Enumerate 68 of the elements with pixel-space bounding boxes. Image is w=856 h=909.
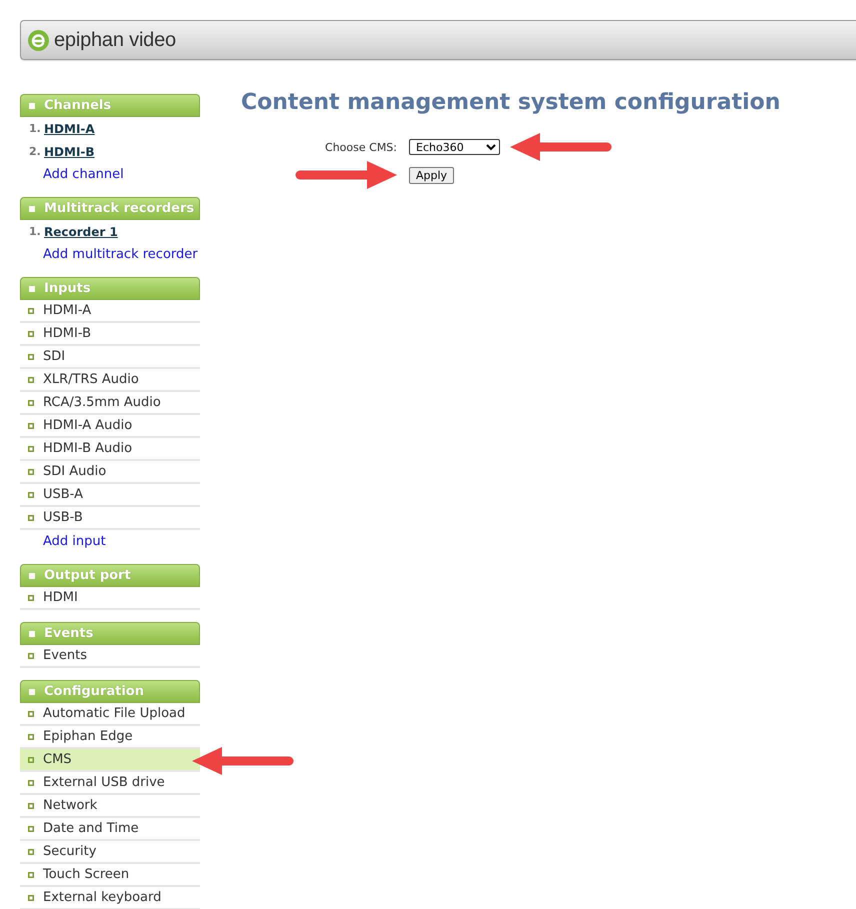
section-title: Inputs [44,281,91,296]
menu-item[interactable]: Network [20,795,200,818]
numbered-link[interactable]: HDMI-A [44,122,95,136]
menu-item[interactable]: External keyboard [20,887,200,909]
square-bullet-icon [29,572,35,578]
cms-select[interactable]: Echo360 [409,139,500,155]
square-bullet-icon [28,652,34,658]
square-bullet-icon [28,594,34,600]
menu-item[interactable]: RCA/3.5mm Audio [20,392,200,415]
square-bullet-icon [28,780,34,786]
square-bullet-icon [28,354,34,360]
menu-item[interactable]: XLR/TRS Audio [20,369,200,392]
item-number: 1. [29,225,42,238]
menu-item[interactable]: Automatic File Upload [20,703,200,726]
square-bullet-icon [28,514,34,520]
menu-item[interactable]: HDMI-B Audio [20,438,200,461]
square-bullet-icon [29,688,35,694]
menu-item[interactable]: HDMI-B [20,323,200,346]
numbered-link[interactable]: HDMI-B [44,144,95,158]
menu-item[interactable]: Touch Screen [20,864,200,887]
section-title: Channels [44,98,112,113]
item-number: 1. [29,122,42,135]
square-bullet-icon [29,286,35,292]
square-bullet-icon [28,422,34,428]
square-bullet-icon [28,376,34,382]
square-bullet-icon [28,468,34,474]
menu-item[interactable]: External USB drive [20,772,200,795]
square-bullet-icon [28,710,34,716]
section-title: Output port [44,568,131,583]
apply-button[interactable]: Apply [409,166,454,184]
square-bullet-icon [28,872,34,878]
menu-item[interactable]: SDI Audio [20,461,200,484]
square-bullet-icon [28,308,34,314]
square-bullet-icon [28,802,34,808]
square-bullet-icon [28,756,34,762]
section-title: Configuration [44,684,144,699]
square-bullet-icon [28,330,34,336]
page-title: Content management system configuration [241,91,780,115]
square-bullet-icon [28,400,34,406]
menu-item[interactable]: HDMI-A [20,300,200,323]
square-bullet-icon [29,206,35,212]
square-bullet-icon [28,848,34,854]
numbered-link[interactable]: Recorder 1 [44,224,118,238]
square-bullet-icon [28,446,34,452]
section-title: Events [44,626,94,641]
section-title: Multitrack recorders [44,201,194,216]
menu-item[interactable]: HDMI-A Audio [20,415,200,438]
menu-item[interactable]: SDI [20,346,200,369]
square-bullet-icon [28,894,34,900]
square-bullet-icon [29,102,35,108]
field-label: Choose CMS: [324,140,397,154]
menu-item[interactable]: USB-A [20,484,200,507]
add-link[interactable]: Add channel [20,163,200,186]
item-number: 2. [29,145,42,158]
menu-item[interactable]: Security [20,841,200,864]
menu-item[interactable]: USB-B [20,507,200,530]
square-bullet-icon [28,734,34,740]
square-bullet-icon [28,492,34,498]
logo-icon [28,30,49,50]
menu-item[interactable]: Date and Time [20,818,200,841]
add-link[interactable]: Add multitrack recorder [20,243,200,266]
square-bullet-icon [28,826,34,832]
add-link[interactable]: Add input [20,530,200,553]
menu-item[interactable]: CMS [20,749,200,772]
menu-item[interactable]: HDMI [20,587,200,610]
square-bullet-icon [29,630,35,636]
menu-item[interactable]: Events [20,645,200,668]
brand-name: epiphan video [54,28,176,52]
